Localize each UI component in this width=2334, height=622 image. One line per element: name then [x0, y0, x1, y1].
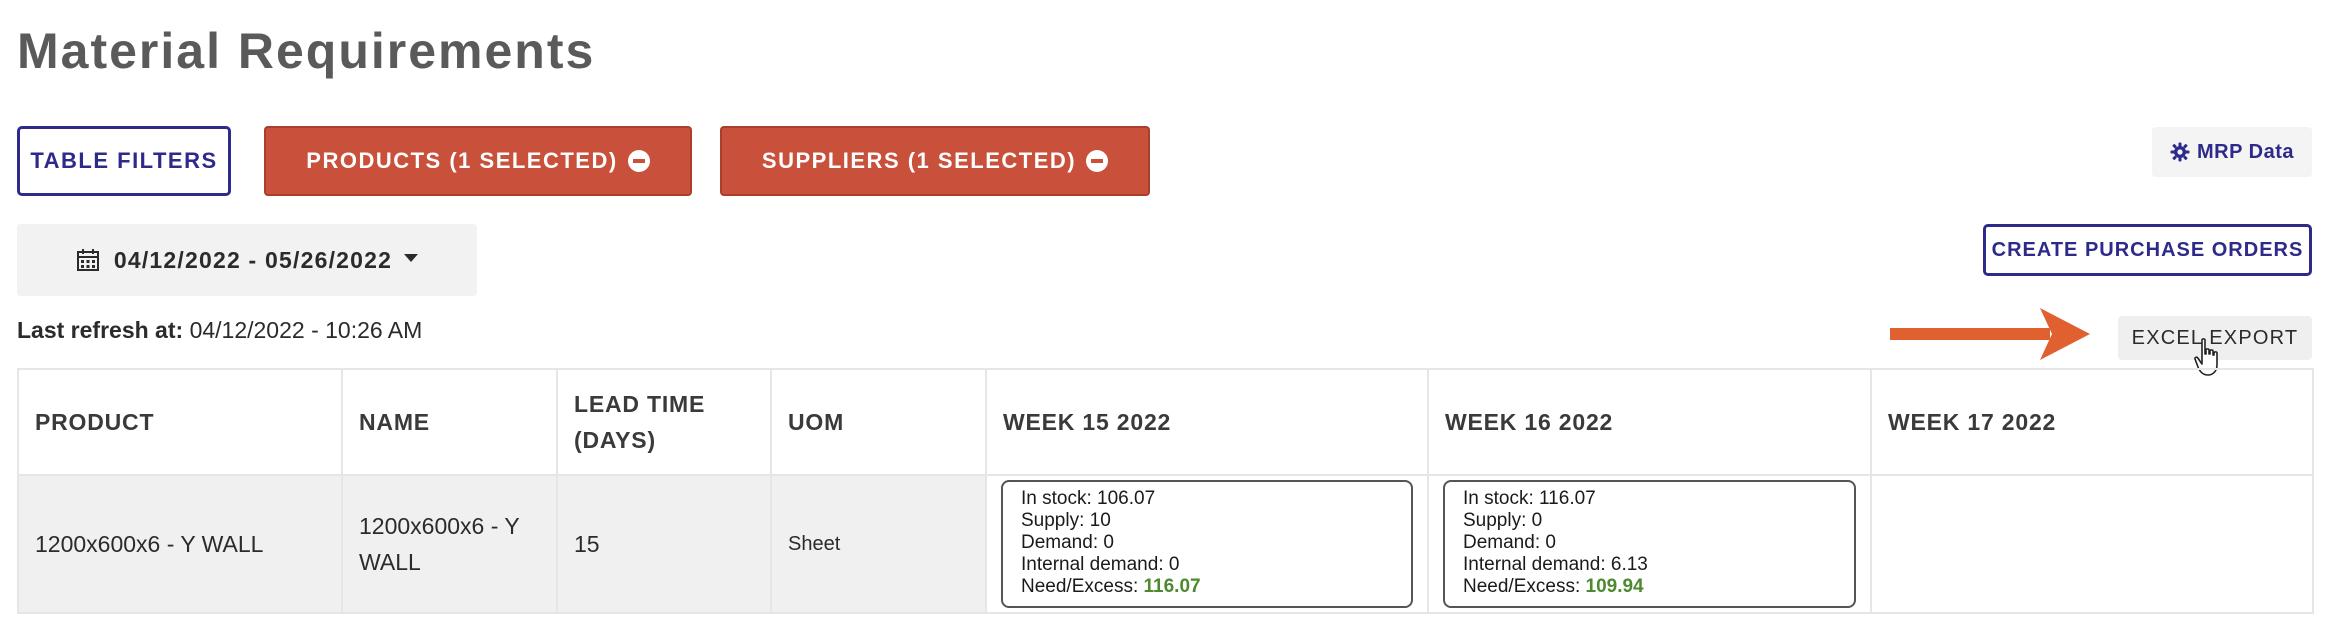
internal-demand: Internal demand: 0	[1021, 554, 1180, 575]
mrp-data-button[interactable]: MRP Data	[2152, 127, 2312, 177]
need-excess-value: 116.07	[1143, 576, 1201, 597]
need-excess: Need/Excess: 109.94	[1463, 576, 1836, 598]
arrow-right-icon	[1890, 308, 2090, 360]
column-header-lead-time[interactable]: LEAD TIME (DAYS)	[556, 368, 772, 476]
chevron-down-icon	[404, 254, 419, 262]
column-header-name[interactable]: NAME	[341, 368, 558, 476]
table-row: 1200x600x6 - Y WALL 1200x600x6 - Y WALL …	[17, 474, 2314, 614]
last-refresh-label: Last refresh at:	[17, 317, 184, 343]
need-excess-label: Need/Excess:	[1021, 576, 1139, 597]
stock-summary-card[interactable]: In stock: 116.07 Supply: 0 Demand: 0 Int…	[1443, 480, 1856, 608]
column-header-week17: WEEK 17 2022	[1870, 368, 2314, 476]
supply: Supply: 10	[1021, 510, 1111, 531]
in-stock: In stock: 116.07	[1463, 488, 1596, 509]
demand: Demand: 0	[1021, 532, 1114, 553]
create-purchase-orders-button[interactable]: CREATE PURCHASE ORDERS	[1983, 224, 2312, 276]
last-refresh: Last refresh at: 04/12/2022 - 10:26 AM	[17, 317, 422, 344]
suppliers-filter-label: SUPPLIERS (1 SELECTED)	[761, 148, 1077, 173]
date-range-value: 04/12/2022 - 05/26/2022	[113, 246, 393, 273]
column-header-uom[interactable]: UOM	[770, 368, 987, 476]
mrp-data-label: MRP Data	[2197, 140, 2294, 163]
table-filters-button[interactable]: TABLE FILTERS	[17, 126, 231, 196]
stock-summary-card[interactable]: In stock: 106.07 Supply: 10 Demand: 0 In…	[1001, 480, 1413, 608]
demand: Demand: 0	[1463, 532, 1556, 553]
table-filters-label: TABLE FILTERS	[30, 148, 218, 173]
supply: Supply: 0	[1463, 510, 1543, 531]
page-title: Material Requirements	[17, 23, 596, 79]
cell-week15: In stock: 106.07 Supply: 10 Demand: 0 In…	[985, 474, 1429, 614]
last-refresh-value: 04/12/2022 - 10:26 AM	[189, 317, 423, 343]
need-excess-value: 109.94	[1585, 576, 1644, 597]
products-filter-button[interactable]: PRODUCTS (1 SELECTED)	[264, 126, 692, 196]
gear-icon	[2170, 142, 2190, 162]
cell-lead-time: 15	[556, 474, 772, 614]
minus-circle-icon[interactable]	[627, 150, 650, 172]
table-header-row: PRODUCT NAME LEAD TIME (DAYS) UOM WEEK 1…	[17, 368, 2314, 476]
create-purchase-orders-label: CREATE PURCHASE ORDERS	[1991, 238, 2304, 261]
mrp-table: PRODUCT NAME LEAD TIME (DAYS) UOM WEEK 1…	[17, 368, 2314, 614]
need-excess-label: Need/Excess:	[1463, 576, 1581, 597]
column-header-product[interactable]: PRODUCT	[17, 368, 343, 476]
cell-product: 1200x600x6 - Y WALL	[17, 474, 343, 614]
suppliers-filter-button[interactable]: SUPPLIERS (1 SELECTED)	[720, 126, 1150, 196]
need-excess: Need/Excess: 116.07	[1021, 576, 1393, 598]
column-header-week15: WEEK 15 2022	[985, 368, 1429, 476]
internal-demand: Internal demand: 6.13	[1463, 554, 1648, 575]
minus-circle-icon[interactable]	[1086, 150, 1109, 172]
cell-name: 1200x600x6 - Y WALL	[341, 474, 558, 614]
products-filter-label: PRODUCTS (1 SELECTED)	[306, 148, 618, 173]
cell-uom: Sheet	[770, 474, 987, 614]
calendar-icon	[76, 249, 99, 271]
in-stock: In stock: 106.07	[1021, 488, 1156, 509]
column-header-week16: WEEK 16 2022	[1427, 368, 1872, 476]
cell-week17	[1870, 474, 2314, 614]
date-range-picker[interactable]: 04/12/2022 - 05/26/2022	[17, 224, 477, 296]
cell-week16: In stock: 116.07 Supply: 0 Demand: 0 Int…	[1427, 474, 1872, 614]
